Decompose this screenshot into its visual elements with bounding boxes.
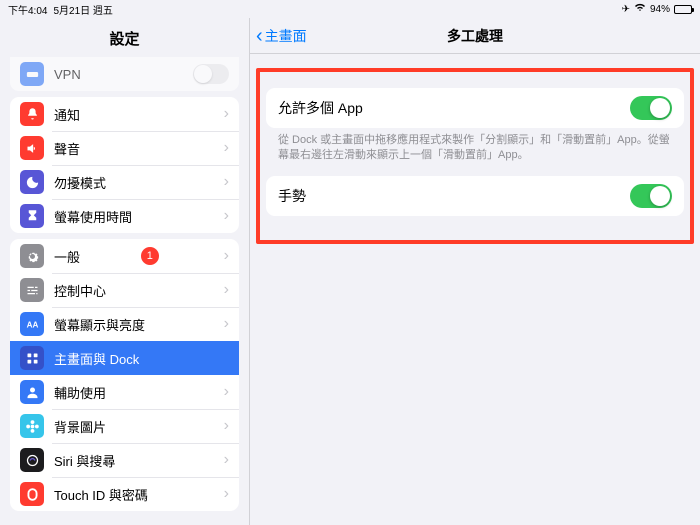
chevron-right-icon: › [224, 173, 229, 191]
detail-title: 多工處理 [250, 26, 700, 46]
chevron-right-icon: › [224, 281, 229, 299]
sidebar-item-0[interactable]: 一般 1 › [10, 239, 239, 273]
sidebar-item-label: Touch ID 與密碼 [54, 485, 148, 504]
chevron-right-icon: › [224, 105, 229, 123]
chevron-right-icon: › [224, 247, 229, 265]
sidebar-item-1[interactable]: 聲音 › [10, 131, 239, 165]
sidebar-item-5[interactable]: 背景圖片 › [10, 409, 239, 443]
chevron-left-icon: ‹ [256, 26, 263, 46]
vpn-toggle[interactable] [193, 64, 229, 84]
badge: 1 [141, 247, 159, 265]
sidebar-item-7[interactable]: Touch ID 與密碼 › [10, 477, 239, 511]
chevron-right-icon: › [224, 417, 229, 435]
chevron-right-icon: › [224, 485, 229, 503]
sidebar-item-label: 控制中心 [54, 281, 106, 300]
status-time: 下午4:04 [8, 2, 47, 17]
sidebar-item-2[interactable]: 勿擾模式 › [10, 165, 239, 199]
sliders-icon [20, 278, 44, 302]
toggle-allow-multiple[interactable] [630, 96, 672, 120]
siri-icon [20, 448, 44, 472]
setting-row-gestures[interactable]: 手勢 [266, 176, 684, 216]
sidebar-item-2[interactable]: AA 螢幕顯示與亮度 › [10, 307, 239, 341]
sidebar-item-label: 螢幕顯示與亮度 [54, 315, 145, 334]
setting-row-allow-multiple[interactable]: 允許多個 App [266, 88, 684, 128]
moon-icon [20, 170, 44, 194]
back-label: 主畫面 [265, 26, 307, 46]
setting-footer: 從 Dock 或主畫面中拖移應用程式來製作「分割顯示」和「滑動置前」App。從螢… [266, 128, 684, 176]
sidebar-item-label: 輔助使用 [54, 383, 106, 402]
status-date: 5月21日 週五 [53, 2, 112, 17]
sidebar-item-label: 螢幕使用時間 [54, 207, 132, 226]
battery-icon [674, 5, 692, 14]
hourglass-icon [20, 204, 44, 228]
chevron-right-icon: › [224, 315, 229, 333]
speaker-icon [20, 136, 44, 160]
grid-icon [20, 346, 44, 370]
sidebar-item-label: 一般 [54, 247, 80, 266]
page-title: 設定 [0, 18, 249, 57]
sidebar-item-label: 聲音 [54, 139, 80, 158]
wifi-icon [634, 3, 646, 15]
sidebar-item-label: 背景圖片 [54, 417, 106, 436]
sidebar-item-3[interactable]: 主畫面與 Dock [10, 341, 239, 375]
battery-pct: 94% [650, 4, 670, 15]
sidebar-item-4[interactable]: 輔助使用 › [10, 375, 239, 409]
person-icon [20, 380, 44, 404]
chevron-right-icon: › [224, 139, 229, 157]
toggle-gestures[interactable] [630, 184, 672, 208]
sidebar-item-0[interactable]: 通知 › [10, 97, 239, 131]
sidebar-item-label: Siri 與搜尋 [54, 451, 115, 470]
bell-icon [20, 102, 44, 126]
airplane-icon: ✈ [622, 4, 630, 15]
sidebar-item-3[interactable]: 螢幕使用時間 › [10, 199, 239, 233]
gear-icon [20, 244, 44, 268]
chevron-right-icon: › [224, 383, 229, 401]
setting-label: 允許多個 App [278, 98, 363, 118]
sidebar-item-6[interactable]: Siri 與搜尋 › [10, 443, 239, 477]
sidebar-item-label: 通知 [54, 105, 80, 124]
sidebar-item-1[interactable]: 控制中心 › [10, 273, 239, 307]
sidebar-item-label: VPN [54, 67, 81, 82]
svg-text:AA: AA [26, 320, 38, 329]
chevron-right-icon: › [224, 451, 229, 469]
flower-icon [20, 414, 44, 438]
chevron-right-icon: › [224, 207, 229, 225]
sidebar-item-vpn[interactable]: VPN [10, 57, 239, 91]
aa-icon: AA [20, 312, 44, 336]
highlight-annotation: 允許多個 App 從 Dock 或主畫面中拖移應用程式來製作「分割顯示」和「滑動… [256, 68, 694, 244]
vpn-icon [20, 62, 44, 86]
back-button[interactable]: ‹ 主畫面 [250, 26, 307, 46]
setting-label: 手勢 [278, 186, 306, 206]
sidebar-item-label: 勿擾模式 [54, 173, 106, 192]
sidebar-item-label: 主畫面與 Dock [54, 349, 139, 368]
finger-icon [20, 482, 44, 506]
